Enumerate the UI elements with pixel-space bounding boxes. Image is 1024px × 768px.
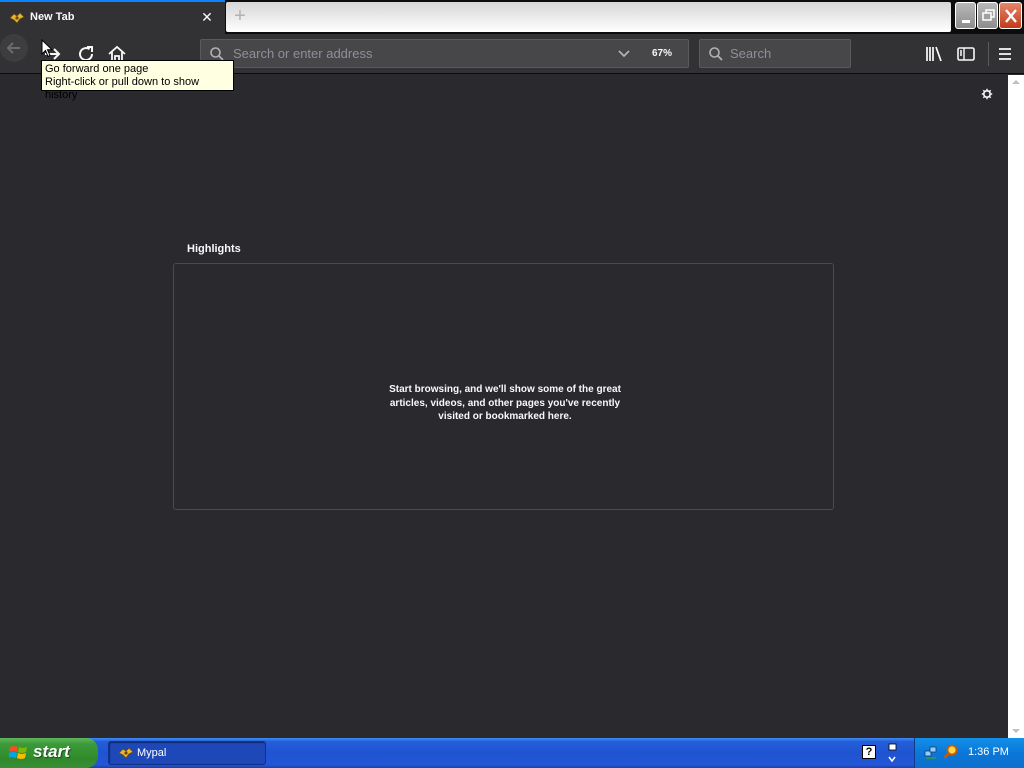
mypal-favicon [118,747,134,759]
system-clock: 1:36 PM [968,746,1009,758]
plus-icon[interactable]: + [229,6,251,26]
start-button[interactable]: start [0,738,98,768]
tab-strip: New Tab ✕ + [0,0,1024,34]
new-tab-page: Highlights Start browsing, and we'll sho… [0,75,1008,738]
url-input[interactable] [233,40,613,67]
chevron-down-icon[interactable] [616,47,632,61]
highlights-section: Start browsing, and we'll show some of t… [173,263,834,510]
tab-strip-empty-area [226,2,951,32]
sidebar-icon[interactable] [954,42,978,66]
scroll-up-arrow-icon[interactable] [1008,75,1024,89]
language-bar-icon[interactable] [886,742,898,764]
tab-new-tab[interactable]: New Tab ✕ [0,0,225,34]
mypal-favicon [9,12,25,24]
minimize-icon [962,20,970,23]
zoom-level-badge[interactable]: 67% [644,46,680,62]
highlights-empty-line-1: Start browsing, and we'll show some of t… [389,384,621,395]
restore-icon [982,9,995,21]
network-icon[interactable] [924,745,938,759]
tab-title: New Tab [30,11,75,23]
taskbar: start Mypal ? 1:36 PM [0,738,1024,768]
vertical-scrollbar[interactable] [1008,75,1024,738]
restore-button[interactable] [977,2,998,29]
highlights-empty-line-2: articles, videos, and other pages you've… [389,397,621,409]
magnifier-icon[interactable] [943,744,959,760]
hamburger-menu-icon[interactable] [993,42,1017,66]
url-bar[interactable]: 67% [200,39,689,68]
gear-icon[interactable] [981,88,993,100]
highlights-empty-line-3: visited or bookmarked here. [438,411,572,422]
library-icon[interactable] [922,42,946,66]
close-icon [1005,9,1017,23]
start-label: start [33,742,70,761]
tooltip-line-2: Right-click or pull down to show history [45,76,200,101]
windows-logo-icon [9,746,27,759]
search-input[interactable] [730,40,845,67]
taskbar-item-mypal[interactable]: Mypal [108,741,266,765]
back-button[interactable] [0,34,28,62]
highlights-title: Highlights [187,243,241,255]
minimize-button[interactable] [955,2,976,29]
window-close-button[interactable] [999,2,1022,29]
taskbar-item-label: Mypal [137,747,167,759]
system-tray: 1:36 PM [914,738,1024,768]
tab-close-icon[interactable]: ✕ [200,10,214,24]
search-icon [709,47,723,61]
help-icon[interactable]: ? [862,745,876,759]
toolbar-separator [988,42,989,66]
search-bar[interactable] [699,39,851,68]
tooltip-line-1: Go forward one page [45,63,149,75]
scroll-down-arrow-icon[interactable] [1008,724,1024,738]
back-arrow-icon [6,42,20,54]
forward-button-tooltip: Go forward one page Right-click or pull … [41,60,234,101]
mouse-cursor-icon [41,39,53,58]
highlights-empty-message: Start browsing, and we'll show some of t… [370,383,640,424]
